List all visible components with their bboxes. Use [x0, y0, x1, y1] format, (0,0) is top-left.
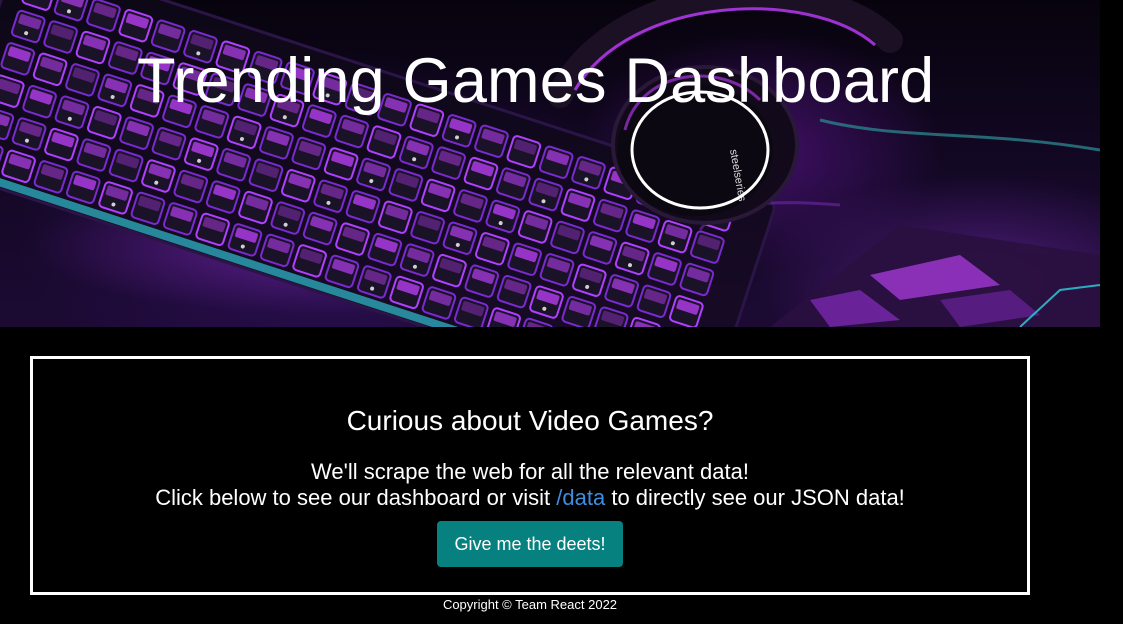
dashboard-button[interactable]: Give me the deets!: [437, 521, 623, 567]
card-line-2-before: Click below to see our dashboard or visi…: [155, 485, 557, 510]
card-line-2-after: to directly see our JSON data!: [605, 485, 905, 510]
page: steelseries Trending Games Dashboard Cur…: [0, 0, 1123, 624]
card-description: We'll scrape the web for all the relevan…: [33, 459, 1027, 511]
hero-banner: steelseries Trending Games Dashboard: [0, 0, 1100, 327]
footer-copyright: Copyright © Team React 2022: [442, 597, 618, 612]
card-line-2: Click below to see our dashboard or visi…: [33, 485, 1027, 511]
intro-card: Curious about Video Games? We'll scrape …: [30, 356, 1030, 595]
card-line-1: We'll scrape the web for all the relevan…: [311, 459, 749, 484]
card-heading: Curious about Video Games?: [346, 405, 714, 436]
page-title: Trending Games Dashboard: [137, 46, 935, 116]
data-link[interactable]: /data: [556, 485, 605, 510]
